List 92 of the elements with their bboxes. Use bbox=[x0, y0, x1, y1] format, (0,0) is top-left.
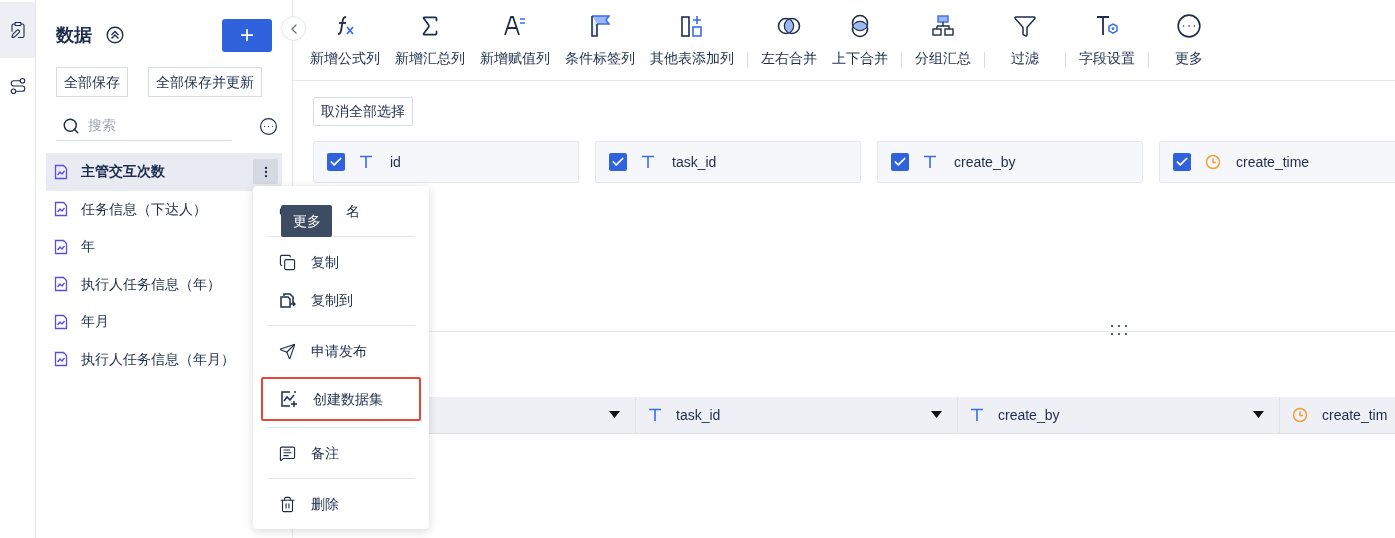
note-icon bbox=[279, 444, 296, 462]
toolbar-button[interactable]: 条件标签列 bbox=[562, 12, 638, 69]
check-icon bbox=[1175, 155, 1189, 169]
dataset-name: 执行人任务信息（年月） bbox=[81, 349, 235, 369]
column-name: create_by bbox=[998, 405, 1060, 425]
dropdown-caret-icon bbox=[609, 411, 620, 419]
add-button[interactable]: + bbox=[222, 18, 272, 52]
field-card[interactable]: task_id bbox=[595, 141, 861, 183]
save-button[interactable]: 全部保存 bbox=[56, 67, 128, 97]
tooltip: 更多 bbox=[281, 205, 332, 237]
menu-item[interactable]: 删除 bbox=[311, 493, 339, 515]
search-icon bbox=[62, 116, 80, 135]
search-field[interactable]: 搜索 bbox=[88, 115, 228, 136]
checkbox[interactable] bbox=[1173, 153, 1191, 171]
text-type-icon bbox=[648, 408, 662, 422]
chart-file-icon bbox=[53, 163, 69, 180]
dataset-item[interactable]: 执行人任务信息（年） bbox=[46, 265, 282, 303]
chart-file-icon bbox=[53, 351, 69, 368]
toolbar-button[interactable]: 新增赋值列 bbox=[477, 12, 553, 69]
collapse-icon[interactable] bbox=[106, 26, 124, 44]
column-header[interactable]: create_by bbox=[958, 397, 1280, 433]
chart-file-icon bbox=[53, 313, 69, 330]
column-name: create_tim bbox=[1322, 405, 1388, 425]
dropdown-caret-icon bbox=[931, 411, 942, 419]
dataset-name: 年 bbox=[81, 237, 95, 257]
dataset-item[interactable]: 年 bbox=[46, 228, 282, 266]
send-icon bbox=[279, 342, 296, 360]
deselect-all-button[interactable]: 取消全部选择 bbox=[313, 97, 413, 126]
dataset-item[interactable]: 主管交互次数 bbox=[46, 153, 282, 191]
trash-icon bbox=[279, 495, 296, 513]
chart-file-icon bbox=[53, 238, 69, 255]
column-header[interactable]: task_id bbox=[636, 397, 958, 433]
toolbar-button[interactable]: 左右合并 bbox=[758, 12, 820, 69]
more-icon[interactable] bbox=[259, 116, 278, 136]
checkbox[interactable] bbox=[891, 153, 909, 171]
toolbar-button[interactable]: 新增公式列 bbox=[307, 12, 383, 69]
chart-file-icon bbox=[53, 276, 69, 293]
filter-icon bbox=[1013, 14, 1037, 38]
text-type-icon bbox=[641, 155, 655, 169]
menu-item[interactable]: 名 bbox=[346, 200, 360, 222]
dataset-item[interactable]: 任务信息（下达人） bbox=[46, 190, 282, 228]
check-icon bbox=[611, 155, 625, 169]
column-header[interactable]: create_tim bbox=[1280, 397, 1395, 433]
copy-icon bbox=[279, 253, 296, 271]
menu-item[interactable]: 创建数据集 bbox=[261, 377, 421, 421]
check-icon bbox=[329, 155, 343, 169]
clock-icon bbox=[1205, 154, 1221, 170]
toolbar-button[interactable]: 分组汇总 bbox=[912, 12, 974, 69]
text-type-icon bbox=[923, 155, 937, 169]
save-button[interactable]: 全部保存并更新 bbox=[148, 67, 262, 97]
field-card[interactable]: id bbox=[313, 141, 579, 183]
add-column-icon bbox=[679, 13, 705, 39]
sidebar-title: 数据 bbox=[56, 23, 92, 47]
checkbox[interactable] bbox=[327, 153, 345, 171]
clock-icon bbox=[1292, 407, 1308, 423]
toolbar-button[interactable]: 字段设置 bbox=[1076, 12, 1138, 69]
field-card[interactable]: create_by bbox=[877, 141, 1143, 183]
menu-item[interactable]: 复制到 bbox=[311, 289, 353, 311]
dataset-name: 执行人任务信息（年） bbox=[81, 274, 221, 294]
hierarchy-icon bbox=[930, 13, 956, 39]
field-name: create_time bbox=[1236, 152, 1310, 172]
menu-item[interactable]: 备注 bbox=[311, 442, 339, 464]
field-name: create_by bbox=[954, 152, 1016, 172]
dataset-item[interactable]: 执行人任务信息（年月） bbox=[46, 340, 282, 378]
field-name: task_id bbox=[672, 152, 717, 172]
field-name: id bbox=[390, 152, 401, 172]
dataset-name: 任务信息（下达人） bbox=[81, 199, 207, 219]
checkbox[interactable] bbox=[609, 153, 627, 171]
dataset-name: 主管交互次数 bbox=[81, 162, 165, 182]
dataset-name: 年月 bbox=[81, 312, 109, 332]
column-name: task_id bbox=[676, 405, 721, 425]
menu-item[interactable]: 复制 bbox=[311, 251, 339, 273]
toolbar-button[interactable]: 过滤 bbox=[995, 12, 1055, 69]
copy-arrow-icon bbox=[279, 291, 296, 309]
chart-plus-icon bbox=[280, 390, 298, 408]
more-icon bbox=[1176, 13, 1202, 39]
check-icon bbox=[893, 155, 907, 169]
toolbar-button[interactable]: 更多 bbox=[1159, 12, 1219, 69]
field-card[interactable]: create_time bbox=[1159, 141, 1395, 183]
drag-handle-icon[interactable] bbox=[1110, 324, 1128, 336]
menu-item[interactable]: 申请发布 bbox=[311, 340, 367, 362]
chart-file-icon bbox=[53, 201, 69, 218]
toolbar-button[interactable]: 上下合并 bbox=[829, 12, 891, 69]
clipboard-icon bbox=[8, 21, 27, 39]
rail-tab[interactable] bbox=[0, 2, 35, 58]
toolbar-button[interactable]: 其他表添加列 bbox=[647, 12, 737, 69]
route-icon bbox=[8, 77, 27, 95]
text-type-icon bbox=[359, 155, 373, 169]
text-type-icon bbox=[970, 408, 984, 422]
dropdown-caret-icon bbox=[1253, 411, 1264, 419]
dataset-item[interactable]: 年月 bbox=[46, 303, 282, 341]
toolbar-button[interactable]: 新增汇总列 bbox=[392, 12, 468, 69]
